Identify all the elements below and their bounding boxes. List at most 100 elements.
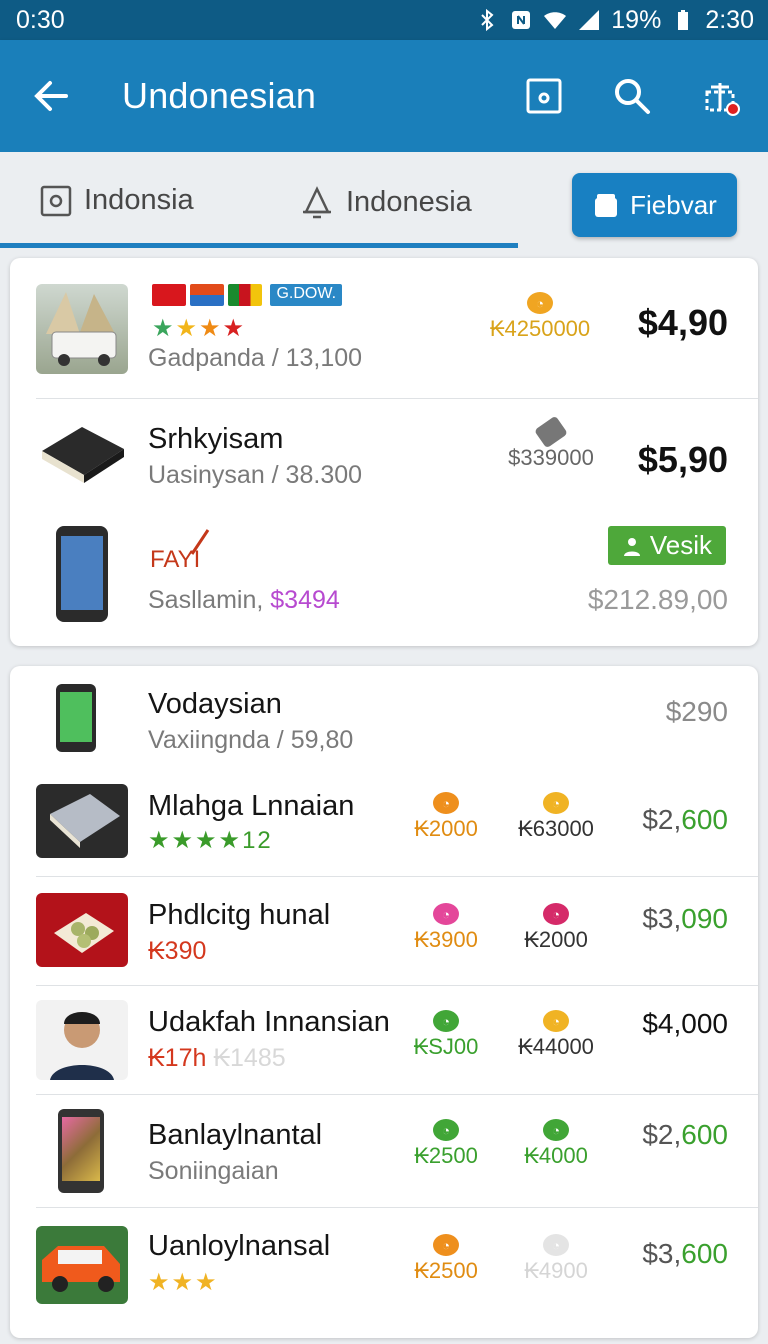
item-subtitle: ₭17h ₭1485 [148,1044,286,1072]
mini-price: ◔ ₭2000 [506,903,606,953]
flag-icon [228,284,262,306]
mini-price: ◔ ₭4250000 [480,292,600,342]
rating-stars: ★★★★12 [148,827,273,854]
mini-price: ◔ ₭3900 [396,903,496,953]
battery-percent: 19% [611,5,662,34]
rating-stars: ★★★ [148,1269,219,1296]
tab-indicator [0,243,518,248]
book-thumbnail [36,784,128,858]
item-price: $290 [665,696,728,727]
verify-button[interactable]: Vesik [607,526,726,565]
badge-tag: G.DOW. [270,284,343,306]
status-time-right: 2:30 [705,5,754,34]
coin-icon: ◔ [543,903,569,925]
list-item[interactable]: Udakfah Innansian ₭17h ₭1485 ◔ ₭SJ00 ◔ ₭44… [10,986,758,1094]
bell-icon [303,186,331,219]
signal-icon [579,10,600,30]
list-item[interactable]: Vodaysian Vaxiingnda / 59,80 $290 [10,666,758,776]
item-name: Udakfah Innansian [148,1006,390,1038]
food-thumbnail [36,893,128,967]
page-title: Undonesian [122,75,317,116]
item-subtitle: Gadpanda / 13,100 [148,344,363,372]
products-card: Vodaysian Vaxiingnda / 59,80 $290 Mlahga… [10,666,758,1338]
item-price: $3,090 [642,903,728,934]
tab-indonsia[interactable]: Indonsia [40,184,194,217]
item-thumbnail [36,284,128,374]
item-name: Srhkyisam [148,423,284,455]
item-price: $4,90 [637,302,728,343]
bluetooth-icon [481,8,494,32]
scan-button[interactable] [518,70,570,122]
item-price: $3,600 [642,1238,728,1269]
wifi-icon [544,12,567,29]
mini-price: ◔ ₭2000 [396,792,496,842]
mini-price: ◔ ₭4900 [506,1234,606,1284]
nfc-icon [512,11,531,29]
coin-icon: ◔ [543,792,569,814]
item-name: Phdlcitg hunal [148,899,331,931]
notifications-button[interactable] [694,70,746,122]
status-bar: 0:30 19% 2:30 [0,0,768,40]
mini-price: ◔ ₭2500 [396,1119,496,1169]
square-icon [40,185,72,216]
coin-icon: ◔ [433,1010,459,1032]
coin-icon: ◔ [543,1119,569,1141]
check-icon [190,529,210,555]
coin-icon: ◔ [543,1010,569,1032]
bag-icon [595,194,618,217]
coin-icon: ◔ [527,292,553,314]
coin-icon: ◔ [433,1234,459,1256]
item-price: $2,600 [642,804,728,835]
mini-price: ◔ ₭SJ00 [396,1010,496,1060]
item-subtitle: Uasinysan / 38.300 [148,461,363,489]
flag-icon [190,284,224,306]
search-icon [615,79,650,114]
filter-button[interactable]: Fiebvar [572,173,737,237]
notification-dot [726,102,740,116]
battery-icon [678,10,689,30]
scan-icon [526,78,562,114]
coin-icon: ◔ [433,903,459,925]
featured-card: G.DOW. ★★★★ Gadpanda / 13,100 ◔ ₭4250000… [10,258,758,646]
list-item[interactable]: Uanloylnansal ★★★ ◔ ₭2500 ◔ ₭4900 $3,600 [10,1208,758,1318]
coin-icon: ◔ [433,1119,459,1141]
coin-icon: ◔ [433,792,459,814]
item-price: $5,90 [637,439,728,480]
car-thumbnail [36,1226,128,1304]
list-item[interactable]: G.DOW. ★★★★ Gadpanda / 13,100 ◔ ₭4250000… [10,258,758,398]
status-time-left: 0:30 [16,5,65,34]
back-arrow-icon[interactable] [30,75,72,117]
item-name: Uanloylnansal [148,1230,331,1262]
mini-price: ◔ ₭44000 [506,1010,606,1060]
item-price: $2,600 [642,1119,728,1150]
item-name: Vodaysian [148,688,282,720]
mini-price: ◔ ₭4000 [506,1119,606,1169]
item-subtitle: Soniingaian [148,1157,279,1185]
mini-price: ◔ ₭2500 [396,1234,496,1284]
item-subtitle: ₭390 [148,937,207,965]
phone-thumbnail [56,684,96,752]
list-item[interactable]: Banlaylnantal Soniingaian ◔ ₭2500 ◔ ₭4000 … [10,1095,758,1207]
search-button[interactable] [606,70,658,122]
item-name: Mlahga Lnnaian [148,790,355,822]
badge-row: G.DOW. [152,284,343,311]
mic-icon [534,415,568,449]
phone-thumbnail [56,526,108,622]
item-price: $4,000 [642,1008,728,1039]
tab-label: Indonesia [346,185,472,218]
app-bar: Undonesian [0,40,768,152]
mini-price: $339000 [486,415,616,471]
list-item[interactable]: FAYI Sasllamin, $3494 Vesik $212.89,00 [10,516,758,646]
user-icon [623,537,640,556]
book-thumbnail [36,417,128,483]
list-item[interactable]: Mlahga Lnnaian ★★★★12 ◔ ₭2000 ◔ ₭63000 $2,… [10,776,758,876]
list-item[interactable]: Srhkyisam Uasinysan / 38.300 $339000 $5,… [10,399,758,515]
list-item[interactable]: Phdlcitg hunal ₭390 ◔ ₭3900 ◔ ₭2000 $3,090 [10,877,758,985]
rating-stars: ★★★★ [152,315,247,342]
coin-icon: ◔ [543,1234,569,1256]
filter-button-label: Fiebvar [630,189,717,220]
tab-indonesia[interactable]: Indonesia [300,184,472,220]
flag-icon [152,284,186,306]
item-name: Banlaylnantal [148,1119,323,1151]
item-subtitle: Vaxiingnda / 59,80 [148,726,354,754]
